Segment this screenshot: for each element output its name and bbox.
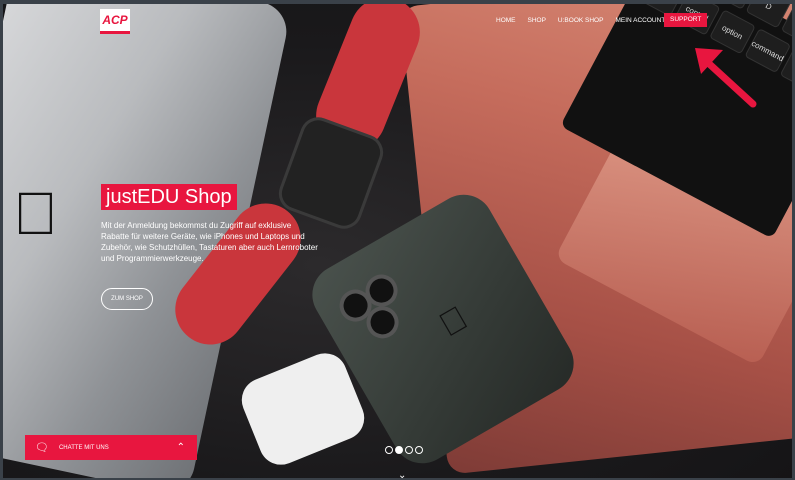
nav-item-home[interactable]: HOME: [490, 16, 522, 26]
carousel-dot[interactable]: [385, 446, 393, 454]
apple-logo-icon: : [433, 299, 475, 346]
chat-widget[interactable]: 🗨 CHATTE MIT UNS ⌃: [25, 435, 197, 460]
chevron-up-icon[interactable]: ⌃: [177, 442, 185, 453]
apple-logo-icon: : [13, 179, 58, 248]
scroll-down-chevron-icon[interactable]: ⌄: [398, 470, 406, 478]
chat-label: CHATTE MIT UNS: [58, 444, 109, 451]
browser-viewport:  fn control option command A S D X C  …: [3, 4, 792, 478]
chat-bubbles-icon: 🗨: [35, 442, 49, 454]
nav-item-support[interactable]: SUPPORT: [664, 13, 708, 27]
nav-item-mein-account[interactable]: MEIN ACCOUNT: [609, 16, 671, 26]
carousel-dot-active[interactable]: [395, 446, 403, 454]
nav-item-ubook-shop[interactable]: U:BOOK SHOP: [552, 16, 610, 26]
arrow-annotation-icon: [695, 48, 757, 108]
carousel-dot[interactable]: [405, 446, 413, 454]
acp-logo[interactable]: ACP: [100, 9, 130, 34]
main-nav: HOME SHOP U:BOOK SHOP MEIN ACCOUNT: [490, 16, 671, 26]
zum-shop-button[interactable]: ZUM SHOP: [101, 288, 153, 310]
carousel-dot[interactable]: [415, 446, 423, 454]
carousel-dots: [385, 446, 423, 454]
hero-description: Mit der Anmeldung bekommst du Zugriff au…: [101, 221, 318, 263]
hero-title: justEDU Shop: [101, 184, 237, 210]
nav-item-shop[interactable]: SHOP: [522, 16, 552, 26]
